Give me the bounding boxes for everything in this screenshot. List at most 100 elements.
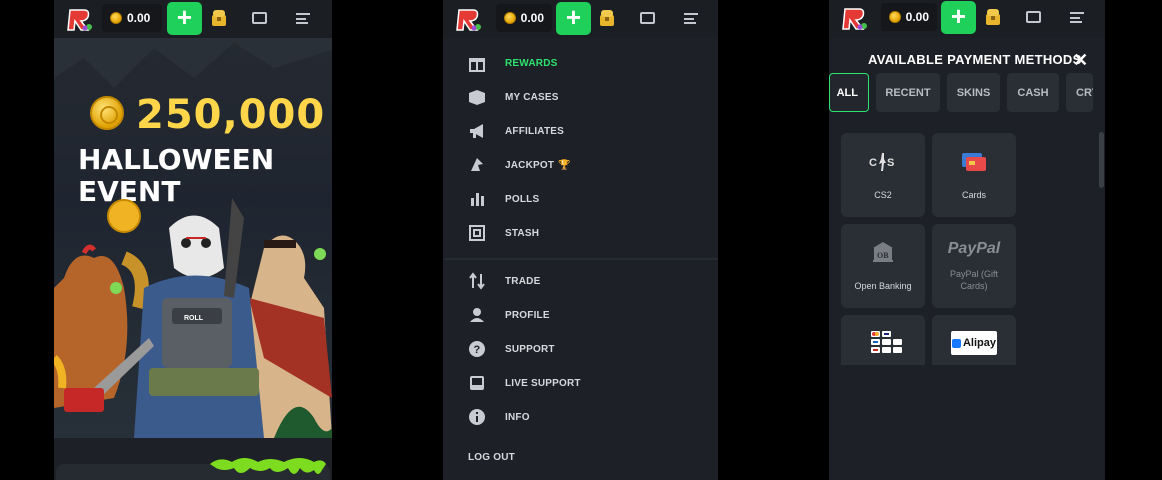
menu-label: REWARDS: [505, 57, 558, 69]
menu-label: PROFILE: [505, 309, 550, 321]
menu-label: POLLS: [505, 193, 540, 205]
coin-icon: [889, 11, 901, 23]
menu-label: AFFILIATES: [505, 125, 565, 137]
payment-method-open-banking[interactable]: OB Open Banking: [841, 224, 925, 308]
chat-icon[interactable]: [640, 12, 655, 24]
menu-item-profile[interactable]: PROFILE: [443, 298, 718, 332]
home-screen: 0.00 + 250,000 HALLOWEEN EVENT ROLL: [54, 0, 332, 480]
menu-label: LOG OUT: [468, 451, 515, 463]
tab-crypto[interactable]: CRY: [1066, 73, 1093, 112]
alipay-icon: Alipay: [951, 331, 997, 355]
chat-icon[interactable]: [1026, 11, 1041, 23]
payment-method-card-brands[interactable]: [841, 315, 925, 365]
top-bar: 0.00 +: [54, 0, 332, 38]
coin-icon: [90, 96, 124, 130]
menu-icon[interactable]: [1070, 12, 1084, 23]
svg-text:C: C: [869, 157, 877, 169]
tab-cash[interactable]: CASH: [1007, 73, 1059, 112]
menu-item-info[interactable]: INFO: [443, 400, 718, 434]
paypal-icon: PayPal: [947, 240, 1001, 257]
chat-icon[interactable]: [252, 12, 267, 24]
site-logo[interactable]: [66, 6, 94, 32]
site-logo[interactable]: [841, 5, 869, 31]
payment-method-label: Open Banking: [854, 281, 912, 291]
tab-recent[interactable]: RECENT: [876, 73, 940, 112]
bar-chart-icon: [471, 193, 484, 206]
svg-text:OB: OB: [877, 251, 889, 260]
payment-method-alipay[interactable]: Alipay: [932, 315, 1016, 365]
coin-icon: [110, 12, 122, 24]
menu-item-log-out[interactable]: LOG OUT: [443, 440, 718, 474]
coin-icon: [504, 12, 516, 24]
payment-method-paypal[interactable]: PayPal PayPal (Gift Cards): [932, 224, 1016, 308]
menu-divider: [443, 258, 718, 260]
alipay-logo-mark: [951, 338, 961, 348]
balance-amount: 0.00: [127, 11, 151, 25]
menu-label: MY CASES: [505, 91, 559, 103]
deposit-button[interactable]: +: [167, 2, 202, 35]
rewards-chest-icon[interactable]: [985, 8, 1001, 26]
site-logo[interactable]: [455, 6, 483, 32]
menu-icon[interactable]: [684, 13, 698, 24]
question-icon: ?: [469, 341, 485, 357]
alipay-logo-text: Alipay: [962, 337, 996, 349]
card-icon: [962, 153, 986, 171]
halloween-characters-illustration: ROLL: [54, 198, 332, 438]
inbox-icon: [470, 376, 484, 390]
payment-method-label: PayPal (Gift Cards): [949, 269, 998, 291]
balance-display[interactable]: 0.00: [881, 3, 937, 31]
menu-item-stash[interactable]: STASH: [443, 216, 718, 250]
menu-label: JACKPOT 🏆: [505, 160, 571, 171]
top-bar: 0.00 +: [829, 0, 1105, 38]
box-icon: [469, 90, 485, 105]
navigation-menu-screen: 0.00 + REWARDS MY CASES AFFILIATES JACKP…: [443, 0, 718, 480]
payment-methods-screen: 0.00 + AVAILABLE PAYMENT METHODS ✕ ALL R…: [829, 0, 1105, 480]
deposit-button[interactable]: +: [941, 1, 976, 34]
payment-methods-title: AVAILABLE PAYMENT METHODS: [868, 52, 1082, 67]
payment-method-cs2[interactable]: C S CS2: [841, 133, 925, 217]
menu-label: TRADE: [505, 275, 541, 287]
balance-display[interactable]: 0.00: [496, 4, 552, 32]
gift-icon: [469, 58, 485, 72]
person-icon: [470, 308, 484, 322]
cs2-icon: C S: [869, 153, 894, 171]
payment-method-label: Cards: [961, 190, 986, 200]
event-prize-amount: 250,000: [136, 92, 326, 138]
menu-item-my-cases[interactable]: MY CASES: [443, 80, 718, 114]
rewards-chest-icon[interactable]: [211, 9, 227, 27]
tab-skins[interactable]: SKINS: [947, 73, 1000, 112]
menu-item-live-support[interactable]: LIVE SUPPORT: [443, 366, 718, 400]
balance-amount: 0.00: [520, 11, 544, 25]
slime-decoration: [210, 458, 326, 474]
menu-label: SUPPORT: [505, 343, 555, 355]
menu-label: INFO: [505, 411, 530, 423]
tab-all[interactable]: ALL: [829, 73, 869, 112]
top-bar: 0.00 +: [443, 0, 718, 38]
deposit-button[interactable]: +: [556, 2, 591, 35]
menu-label: LIVE SUPPORT: [505, 377, 581, 389]
info-icon: [469, 409, 485, 425]
menu-item-rewards[interactable]: REWARDS: [443, 46, 718, 80]
trade-arrows-icon: [469, 272, 485, 290]
trophy-icon: 🏆: [558, 159, 571, 171]
svg-text:?: ?: [474, 344, 481, 356]
megaphone-icon: [470, 124, 483, 138]
bank-icon: OB: [873, 242, 893, 262]
card-brands-icon: [871, 331, 902, 353]
menu-item-affiliates[interactable]: AFFILIATES: [443, 114, 718, 148]
payment-method-cards[interactable]: Cards: [932, 133, 1016, 217]
menu-item-trade[interactable]: TRADE: [443, 264, 718, 298]
rewards-chest-icon[interactable]: [599, 9, 615, 27]
close-icon[interactable]: ✕: [1073, 50, 1088, 71]
scrollbar[interactable]: [1099, 132, 1104, 188]
balance-display[interactable]: 0.00: [102, 4, 162, 32]
payment-method-label: CS2: [874, 190, 892, 200]
menu-item-jackpot[interactable]: JACKPOT 🏆: [443, 148, 718, 182]
menu-icon[interactable]: [296, 13, 310, 24]
svg-text:S: S: [887, 157, 894, 169]
menu-item-polls[interactable]: POLLS: [443, 182, 718, 216]
menu-item-support[interactable]: ? SUPPORT: [443, 332, 718, 366]
jackpot-icon: [471, 158, 483, 171]
menu-label: STASH: [505, 227, 540, 239]
halloween-event-banner[interactable]: 250,000 HALLOWEEN EVENT ROLL: [54, 38, 332, 438]
